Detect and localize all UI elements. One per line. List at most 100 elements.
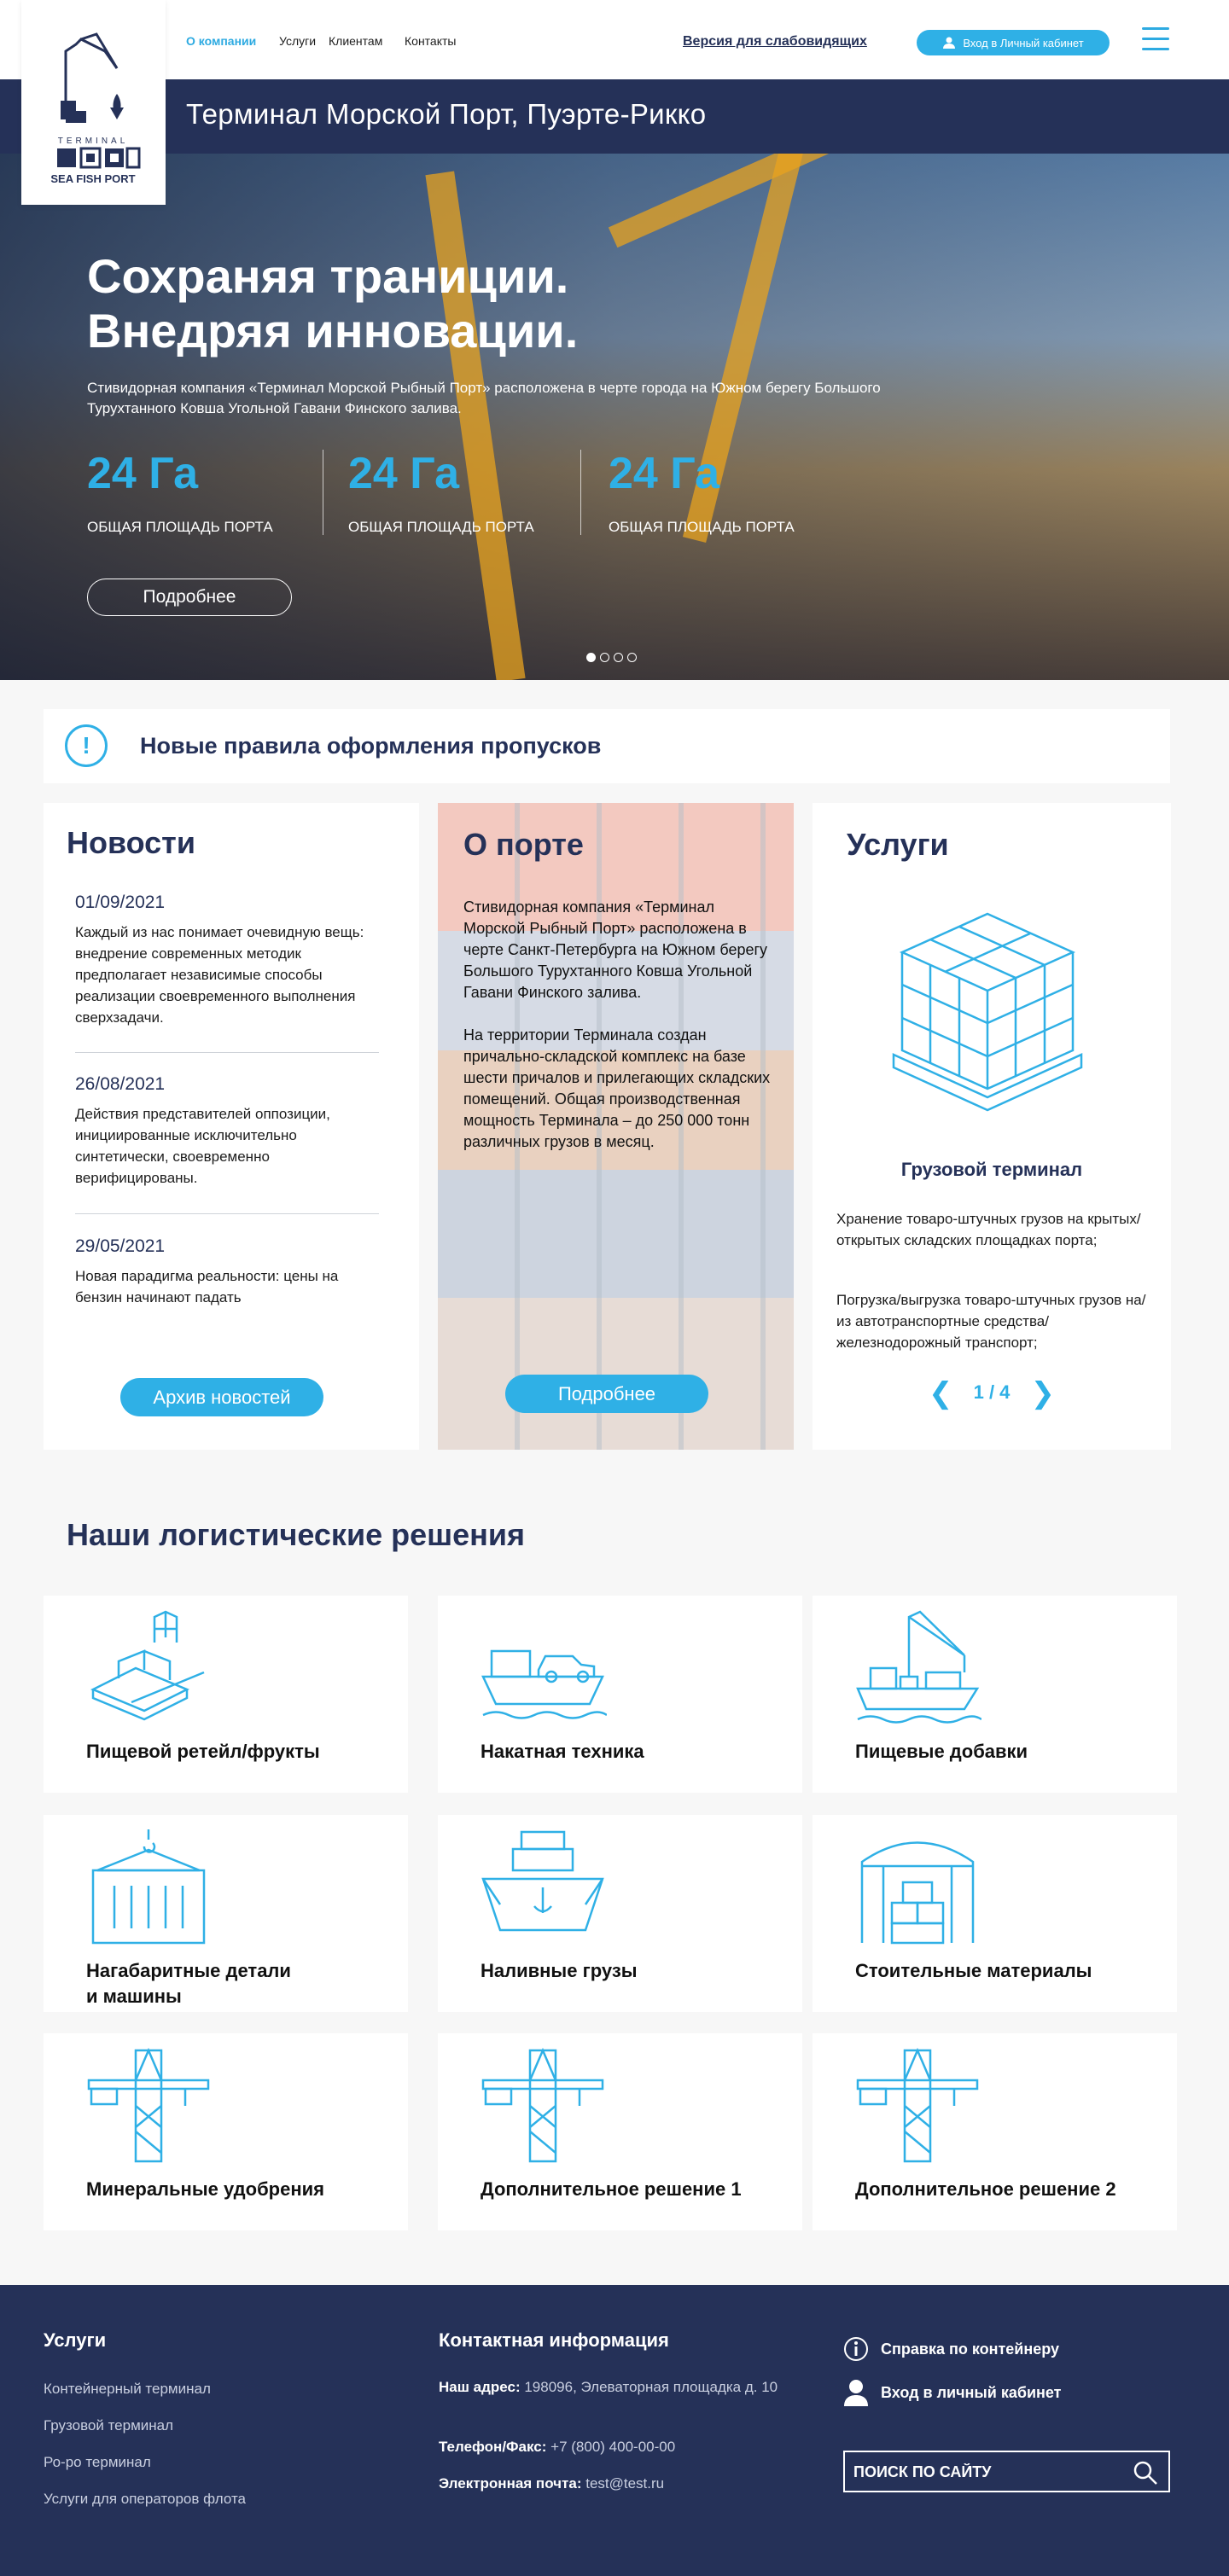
- page-title-bar: Терминал Морской Порт, Пуэрте-Рикко: [0, 79, 1229, 154]
- logo-emblem-icon: TERMINAL SEA FISH PORT: [50, 32, 141, 185]
- hero-title-line2: Внедряя инновации.: [87, 304, 579, 358]
- about-title: О порте: [463, 827, 584, 862]
- address-value: 198096, Элеваторная площадка д. 10: [524, 2379, 778, 2395]
- nav-item-services[interactable]: Услуги: [279, 34, 316, 48]
- news-date: 01/09/2021: [75, 893, 166, 912]
- notice-banner[interactable]: ! Новые правила оформления пропусков: [44, 709, 1170, 783]
- news-item[interactable]: 29/05/2021 Новая парадигма реальности: ц…: [75, 1236, 382, 1308]
- container-help-label: Справка по контейнеру: [881, 2340, 1060, 2358]
- slider-dot[interactable]: [627, 653, 637, 662]
- news-card: Новости 01/09/2021 Каждый из нас понимае…: [44, 803, 419, 1450]
- logistics-tile[interactable]: Накатная техника: [438, 1596, 802, 1793]
- news-item[interactable]: 01/09/2021 Каждый из нас понимает очевид…: [75, 893, 382, 1028]
- logistics-tile[interactable]: Дополнительное решение 2: [813, 2033, 1177, 2230]
- footer-services-title: Услуги: [44, 2329, 107, 2351]
- nav-item-about[interactable]: О компании: [186, 34, 256, 48]
- hero-description: Стивидорная компания «Терминал Морской Р…: [87, 380, 881, 416]
- footer-link[interactable]: Ро-ро терминал: [44, 2454, 151, 2471]
- search-icon[interactable]: [1133, 2460, 1158, 2486]
- phone-value[interactable]: +7 (800) 400-00-00: [550, 2439, 675, 2455]
- logistics-tile-label: Наливные грузы: [481, 1960, 638, 1981]
- hero-stat-label: ОБЩАЯ ПЛОЩАДЬ ПОРТА: [348, 519, 534, 535]
- warehouse-icon: [860, 1841, 975, 1945]
- logistics-tile[interactable]: Дополнительное решение 1: [438, 2033, 802, 2230]
- email-value[interactable]: test@test.ru: [585, 2475, 664, 2492]
- logistics-tile-label: Стоительные материалы: [855, 1960, 1092, 1981]
- footer-link[interactable]: Грузовой терминал: [44, 2417, 173, 2434]
- site-footer: Услуги Контейнерный терминал Грузовой те…: [0, 2285, 1229, 2576]
- logistics-tile[interactable]: Пищевые добавки: [813, 1596, 1177, 1793]
- chevron-left-icon[interactable]: ❮: [929, 1377, 953, 1410]
- services-pager: ❮ 1 / 4 ❯: [813, 1376, 1171, 1410]
- user-icon: [943, 37, 956, 49]
- logo[interactable]: TERMINAL SEA FISH PORT: [21, 0, 166, 205]
- cabinet-login-label: Вход в личный кабинет: [881, 2383, 1062, 2401]
- divider: [75, 1052, 379, 1053]
- slider-dot[interactable]: [614, 653, 623, 662]
- hero-crane-decoration: [425, 171, 526, 680]
- logistics-tile[interactable]: Пищевой ретейл/фрукты: [44, 1596, 408, 1793]
- hero-title-line1: Сохраняя траниции.: [87, 249, 569, 303]
- logistics-tile-label: Пищевые добавки: [855, 1741, 1028, 1762]
- news-date: 29/05/2021: [75, 1236, 166, 1256]
- slider-dot[interactable]: [586, 653, 596, 662]
- service-paragraph: Погрузка/выгрузка товаро-штучных грузов …: [836, 1292, 1146, 1351]
- logistics-tile-label: Накатная техника: [481, 1741, 644, 1762]
- logistics-title: Наши логистические решения: [67, 1517, 526, 1552]
- news-title: Новости: [67, 825, 195, 860]
- nav-item-clients[interactable]: Клиентам: [329, 34, 382, 48]
- car-ferry-icon: [481, 1649, 607, 1719]
- info-icon: [844, 2337, 868, 2361]
- news-item[interactable]: 26/08/2021 Действия представителей оппоз…: [75, 1074, 382, 1189]
- accessibility-link[interactable]: Версия для слабовидящих: [683, 34, 867, 49]
- footer-phone: Телефон/Факс: +7 (800) 400-00-00: [439, 2436, 797, 2457]
- hero-more-button[interactable]: Подробнее: [87, 579, 292, 616]
- chevron-right-icon[interactable]: ❯: [1031, 1377, 1056, 1410]
- stat-divider: [580, 450, 581, 535]
- slider-dot[interactable]: [600, 653, 609, 662]
- news-date: 26/08/2021: [75, 1074, 166, 1094]
- hero-stat: 24 Га ОБЩАЯ ПЛОЩАДЬ ПОРТА: [87, 448, 273, 536]
- logistics-tile[interactable]: Нагабаритные детали и машины: [44, 1815, 408, 2012]
- site-header: О компании Услуги Клиентам Контакты Верс…: [0, 0, 1229, 79]
- news-archive-button[interactable]: Архив новостей: [120, 1378, 323, 1416]
- logistics-tile-label: Дополнительное решение 1: [481, 2178, 742, 2200]
- service-paragraph: Хранение товаро-штучных грузов на крытых…: [836, 1211, 1141, 1248]
- news-text: Новая парадигма реальности: цены на бенз…: [75, 1268, 339, 1305]
- tower-crane-icon: [481, 2047, 604, 2163]
- footer-link[interactable]: Услуги для операторов флота: [44, 2491, 246, 2508]
- about-more-button[interactable]: Подробнее: [505, 1375, 708, 1413]
- footer-address: Наш адрес: 198096, Элеваторная площадка …: [439, 2376, 797, 2398]
- user-icon: [844, 2380, 868, 2406]
- hero-stat-value: 24 Га: [609, 449, 719, 498]
- login-button[interactable]: Вход в Личный кабинет: [917, 30, 1110, 55]
- login-button-label: Вход в Личный кабинет: [963, 36, 1084, 49]
- about-card: О порте Стивидорная компания «Терминал М…: [438, 803, 794, 1450]
- hero-stat-value: 24 Га: [348, 449, 459, 498]
- menu-icon[interactable]: [1142, 27, 1169, 53]
- cabinet-login-link[interactable]: Вход в личный кабинет: [843, 2379, 1062, 2406]
- service-item-title: Грузовой терминал: [900, 1159, 1083, 1180]
- logistics-tile-label: Минеральные удобрения: [86, 2178, 324, 2200]
- nav-item-contacts[interactable]: Контакты: [405, 34, 456, 48]
- hero-title: Сохраняя траниции. Внедряя инновации.: [87, 249, 578, 358]
- logistics-tile[interactable]: Минеральные удобрения: [44, 2033, 408, 2230]
- logo-bottom-text: SEA FISH PORT: [50, 172, 135, 185]
- services-card: Услуги Грузовой терминал Хранение товаро…: [813, 803, 1171, 1450]
- logistics-tile[interactable]: Наливные грузы: [438, 1815, 802, 2012]
- phone-label: Телефон/Факс:: [439, 2439, 547, 2455]
- pager-counter: 1 / 4: [973, 1381, 1011, 1403]
- about-paragraph: На территории Терминала создан причально…: [463, 1026, 771, 1150]
- slider-dots: [586, 653, 637, 662]
- logistics-tile[interactable]: Стоительные материалы: [813, 1815, 1177, 2012]
- hero-stat-value: 24 Га: [87, 449, 198, 498]
- tanker-ship-icon: [481, 1830, 604, 1932]
- about-paragraph: Стивидорная компания «Терминал Морской Р…: [463, 898, 768, 1001]
- search-input[interactable]: [853, 2461, 1127, 2483]
- container-help-link[interactable]: Справка по контейнеру: [843, 2336, 1059, 2362]
- footer-email: Электронная почта: test@test.ru: [439, 2473, 797, 2494]
- logistics-tile-label: Пищевой ретейл/фрукты: [86, 1741, 320, 1762]
- notice-text: Новые правила оформления пропусков: [140, 733, 602, 759]
- footer-link[interactable]: Контейнерный терминал: [44, 2381, 211, 2398]
- logistics-tile-label: Нагабаритные детали и машины: [86, 1960, 291, 2007]
